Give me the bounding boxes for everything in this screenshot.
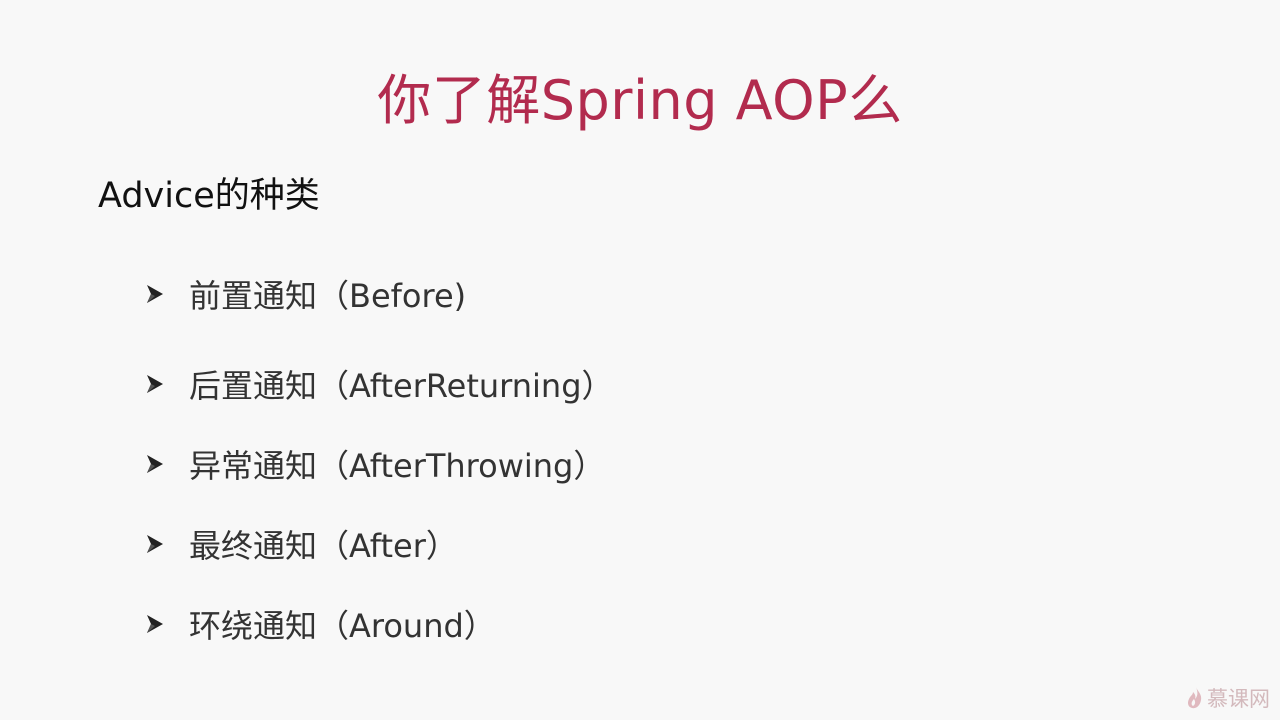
arrow-bullet-icon xyxy=(145,612,165,636)
flame-icon xyxy=(1188,687,1202,709)
list-item-label: 前置通知（Before) xyxy=(189,277,467,315)
arrow-bullet-icon xyxy=(145,452,165,476)
list-item-label: 异常通知（AfterThrowing） xyxy=(189,447,606,485)
list-item-after: 最终通知（After） xyxy=(145,520,458,568)
watermark-text: 慕课网 xyxy=(1207,687,1270,711)
list-item-label: 后置通知（AfterReturning） xyxy=(189,367,614,405)
list-item-around: 环绕通知（Around） xyxy=(145,600,496,648)
list-item-label: 最终通知（After） xyxy=(189,527,458,565)
arrow-bullet-icon xyxy=(145,282,165,306)
presentation-slide: 你了解Spring AOP么 Advice的种类 前置通知（Before) 后置… xyxy=(0,0,1280,720)
arrow-bullet-icon xyxy=(145,532,165,556)
list-item-after-returning: 后置通知（AfterReturning） xyxy=(145,360,614,408)
imooc-watermark: 慕课网 xyxy=(1186,683,1270,713)
list-item-after-throwing: 异常通知（AfterThrowing） xyxy=(145,440,605,488)
list-item-label: 环绕通知（Around） xyxy=(189,607,496,645)
list-item-before: 前置通知（Before) xyxy=(145,270,466,318)
arrow-bullet-icon xyxy=(145,372,165,396)
advice-types-list: 前置通知（Before) 后置通知（AfterReturning） 异常通知（A… xyxy=(0,0,1280,720)
